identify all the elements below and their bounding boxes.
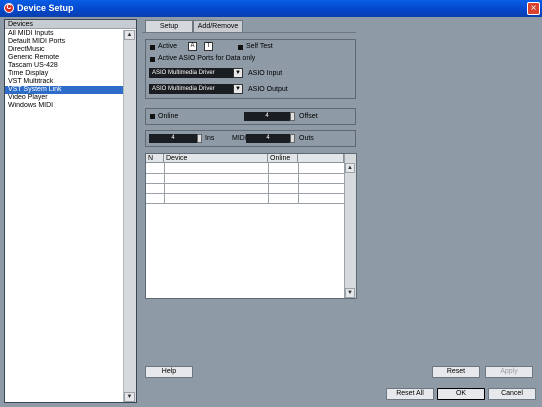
active-checkbox[interactable] [150,45,155,50]
ok-button[interactable]: OK [437,388,485,400]
ports-group: 4 Ins MIDI 4 Outs [145,130,356,147]
scroll-up-icon[interactable]: ▲ [345,163,355,173]
devices-list: Devices All MIDI Inputs Default MIDI Por… [4,19,137,403]
device-item-tascam[interactable]: Tascam US-428 [5,62,123,70]
devices-scrollbar[interactable]: ▲ ▼ [123,30,136,402]
t-button[interactable]: T [204,42,213,51]
online-label: Online [158,113,179,120]
cancel-button[interactable]: Cancel [488,388,536,400]
ins-field[interactable]: 4 [149,134,197,143]
device-item-default-midi-ports[interactable]: Default MIDI Ports [5,38,123,46]
window-title: Device Setup [17,3,74,13]
device-item-generic-remote[interactable]: Generic Remote [5,54,123,62]
asio-output-value: ASIO Multimedia Driver [152,86,215,92]
asio-output-label: ASIO Output [248,86,288,93]
active-label: Active [158,43,178,50]
table-row-divider [146,183,344,184]
title-bar[interactable]: C Device Setup × [0,0,542,17]
scroll-down-icon[interactable]: ▼ [124,392,135,402]
tab-add-remove[interactable]: Add/Remove [193,20,243,32]
table-scrollbar[interactable]: ▲ ▼ [344,154,356,298]
ins-spinner[interactable] [197,134,202,143]
device-item-time-display[interactable]: Time Display [5,70,123,78]
device-item-windows-midi[interactable]: Windows MIDI [5,102,123,110]
reset-button[interactable]: Reset [432,366,480,378]
self-test-label: Self Test [246,43,273,50]
scroll-up-icon[interactable]: ▲ [124,30,135,40]
chevron-down-icon: ▼ [233,68,243,78]
online-checkbox[interactable] [150,114,155,119]
asio-input-label: ASIO Input [248,70,283,77]
midi-label: MIDI [232,135,247,142]
device-item-vst-multitrack[interactable]: VST Multitrack [5,78,123,86]
tab-divider [142,32,356,33]
outs-field[interactable]: 4 [246,134,290,143]
online-group: Online 4 Offset [145,108,356,125]
column-header-extra[interactable] [298,154,344,163]
table-row-divider [146,173,344,174]
device-table: N Device Online ▲ ▼ [145,153,357,299]
asio-input-value: ASIO Multimedia Driver [152,70,215,76]
self-test-checkbox[interactable] [238,45,243,50]
close-button[interactable]: × [527,2,540,15]
device-item-all-midi-inputs[interactable]: All MIDI Inputs [5,30,123,38]
offset-label: Offset [299,113,318,120]
tab-setup[interactable]: Setup [145,20,193,32]
scroll-down-icon[interactable]: ▼ [345,288,355,298]
asio-input-select[interactable]: ASIO Multimedia Driver ▼ [149,68,243,78]
devices-header: Devices [5,20,136,29]
close-icon: × [530,3,537,14]
device-item-video-player[interactable]: Video Player [5,94,123,102]
device-item-vst-system-link[interactable]: VST System Link [5,86,123,94]
a-button[interactable]: A [188,42,197,51]
cubase-icon: C [4,3,14,13]
outs-label: Outs [299,135,314,142]
chevron-down-icon: ▼ [233,84,243,94]
column-header-n[interactable]: N [146,154,164,163]
column-header-device[interactable]: Device [164,154,268,163]
device-item-directmusic[interactable]: DirectMusic [5,46,123,54]
apply-button[interactable]: Apply [485,366,533,378]
table-row-divider [146,203,344,204]
help-button[interactable]: Help [145,366,193,378]
outs-spinner[interactable] [290,134,295,143]
column-header-online[interactable]: Online [268,154,298,163]
ins-label: Ins [205,135,215,142]
reset-all-button[interactable]: Reset All [386,388,434,400]
asio-output-select[interactable]: ASIO Multimedia Driver ▼ [149,84,243,94]
offset-spinner[interactable] [290,112,295,121]
active-asio-label: Active ASIO Ports for Data only [158,55,256,62]
offset-field[interactable]: 4 [244,112,290,121]
active-asio-checkbox[interactable] [150,57,155,62]
asio-group: Active A T Self Test Active ASIO Ports f… [145,39,356,99]
table-row-divider [146,193,344,194]
